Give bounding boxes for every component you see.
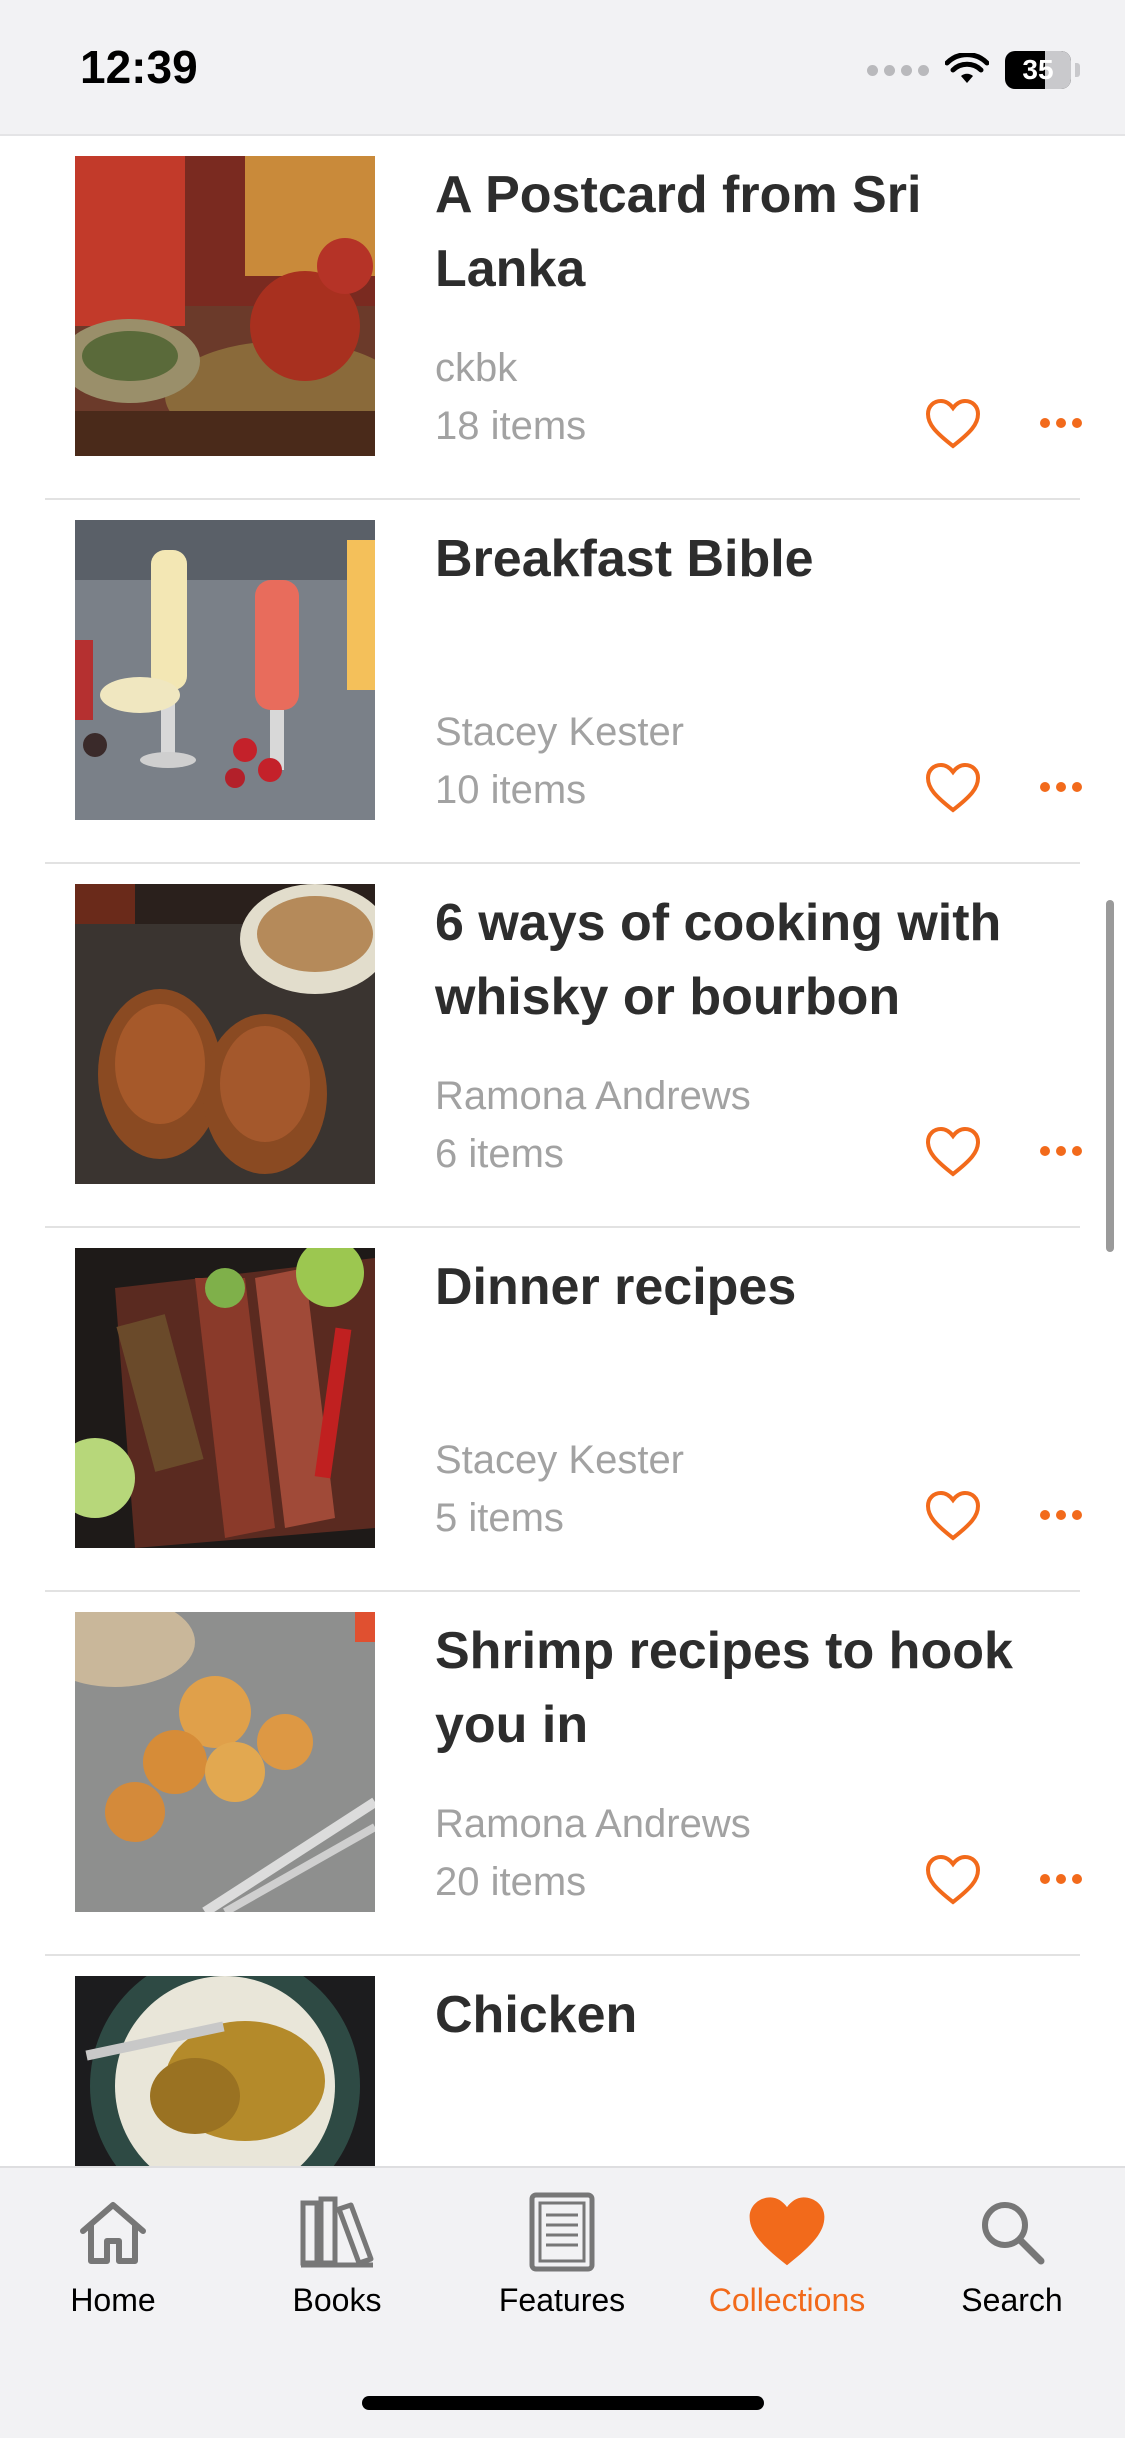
collection-author[interactable]: Stacey Kester: [435, 710, 684, 755]
battery-cap: [1075, 63, 1080, 77]
tab-features[interactable]: Features: [452, 2186, 672, 2319]
more-options-icon[interactable]: [1033, 1864, 1089, 1894]
collection-row[interactable]: A Postcard from Sri Lanka ckbk 18 items: [45, 136, 1082, 500]
tab-label: Books: [292, 2282, 382, 2318]
collections-list[interactable]: A Postcard from Sri Lanka ckbk 18 items: [0, 136, 1125, 2166]
favorite-heart-icon[interactable]: [925, 1490, 981, 1542]
collection-author[interactable]: ckbk: [435, 346, 517, 391]
magnifier-icon: [982, 2202, 1045, 2265]
collection-title[interactable]: 6 ways of cooking with whisky or bourbon: [435, 886, 1075, 1034]
collection-title[interactable]: Chicken: [435, 1978, 1075, 2052]
more-options-icon[interactable]: [1033, 1500, 1089, 1530]
scrollbar[interactable]: [1106, 900, 1114, 1252]
books-icon: [300, 2196, 374, 2268]
tab-collections[interactable]: Collections: [677, 2186, 897, 2319]
collection-author[interactable]: Stacey Kester: [435, 1438, 684, 1483]
collection-title[interactable]: Breakfast Bible: [435, 522, 1075, 596]
more-options-icon[interactable]: [1033, 772, 1089, 802]
more-options-icon[interactable]: [1033, 408, 1089, 438]
house-icon: [80, 2202, 146, 2264]
collection-thumbnail[interactable]: [75, 520, 375, 820]
collection-row[interactable]: Chicken: [45, 1956, 1080, 2166]
home-indicator[interactable]: [362, 2396, 764, 2410]
heart-icon: [749, 2197, 825, 2266]
collection-thumbnail[interactable]: [75, 1612, 375, 1912]
collection-row[interactable]: Breakfast Bible Stacey Kester 10 items: [45, 500, 1082, 864]
tab-label: Collections: [708, 2282, 866, 2318]
collection-thumbnail[interactable]: [75, 156, 375, 456]
collection-item-count: 10 items: [435, 768, 587, 812]
battery-percent: 35: [1022, 54, 1054, 85]
tab-label: Search: [961, 2282, 1063, 2318]
battery-icon: 35: [1005, 51, 1071, 89]
favorite-heart-icon[interactable]: [925, 762, 981, 814]
collection-title[interactable]: Shrimp recipes to hook you in: [435, 1614, 1075, 1762]
collection-item-count: 18 items: [435, 404, 587, 448]
collection-item-count: 20 items: [435, 1860, 587, 1904]
collection-author[interactable]: Ramona Andrews: [435, 1074, 751, 1119]
favorite-heart-icon[interactable]: [925, 1854, 981, 1906]
status-bar: 12:39 35: [0, 0, 1125, 136]
status-indicators: 35: [867, 42, 1080, 98]
collection-thumbnail[interactable]: [75, 884, 375, 1184]
collection-row[interactable]: Dinner recipes Stacey Kester 5 items: [45, 1228, 1082, 1592]
tab-label: Features: [498, 2282, 626, 2318]
collection-row[interactable]: 6 ways of cooking with whisky or bourbon…: [45, 864, 1082, 1228]
tab-label: Home: [70, 2282, 156, 2318]
cellular-signal-icon: [867, 64, 929, 76]
collection-item-count: 5 items: [435, 1496, 564, 1540]
collection-item-count: 6 items: [435, 1132, 564, 1176]
wifi-icon: [945, 53, 989, 83]
tab-home[interactable]: Home: [3, 2186, 223, 2319]
status-time: 12:39: [80, 41, 198, 93]
collection-row[interactable]: Shrimp recipes to hook you in Ramona And…: [45, 1592, 1082, 1956]
tab-search[interactable]: Search: [902, 2186, 1122, 2319]
collection-title[interactable]: A Postcard from Sri Lanka: [435, 158, 1075, 306]
collection-thumbnail[interactable]: [75, 1248, 375, 1548]
collection-title[interactable]: Dinner recipes: [435, 1250, 1075, 1324]
newspaper-icon: [529, 2192, 595, 2272]
tab-books[interactable]: Books: [227, 2186, 447, 2319]
more-options-icon[interactable]: [1033, 1136, 1089, 1166]
collection-author[interactable]: Ramona Andrews: [435, 1802, 751, 1847]
favorite-heart-icon[interactable]: [925, 1126, 981, 1178]
favorite-heart-icon[interactable]: [925, 398, 981, 450]
collection-thumbnail[interactable]: [75, 1976, 375, 2166]
